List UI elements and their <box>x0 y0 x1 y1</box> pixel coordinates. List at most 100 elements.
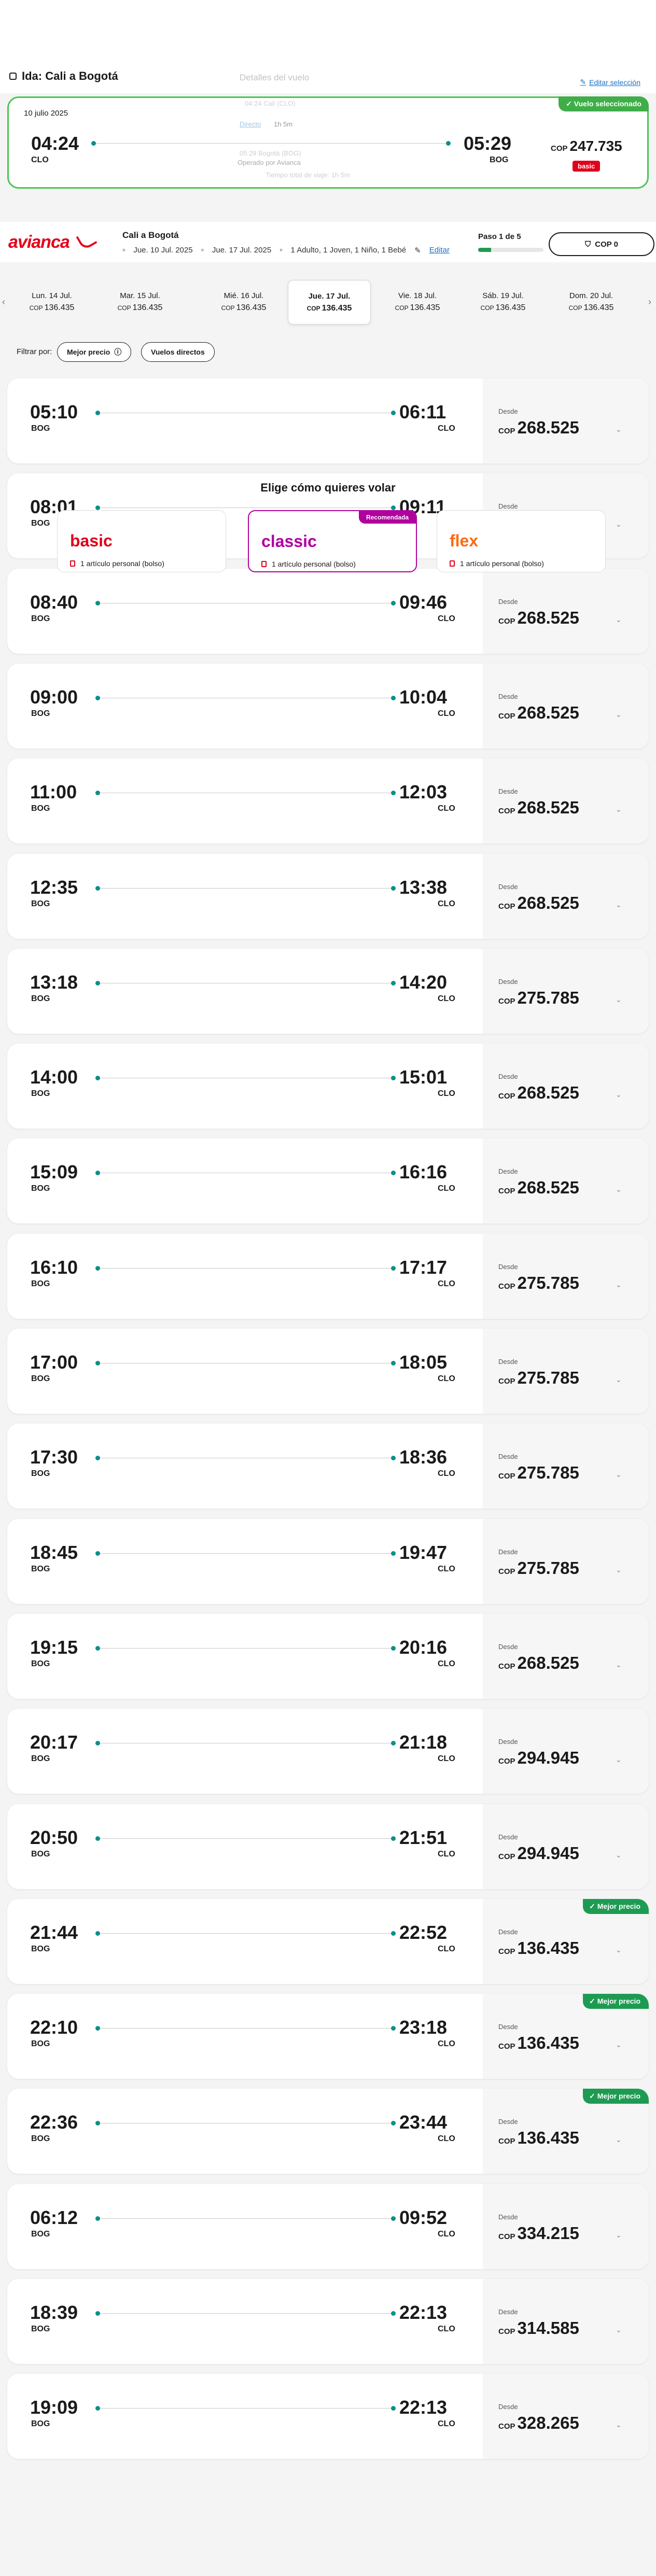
flight-card[interactable]: 19:15 BOG 20:16 CLO Desde COP 268.525 ⌄ <box>7 1614 649 1699</box>
selected-badge: ✓ Vuelo seleccionado <box>559 96 649 111</box>
price-from-label: Desde <box>498 2308 518 2316</box>
departure-airport: BOG <box>31 2230 50 2239</box>
price-panel[interactable]: Desde COP 275.785 ⌄ <box>483 1424 649 1509</box>
date-option[interactable]: Mar. 15 Jul. COP 136.435 <box>99 280 182 325</box>
flight-card[interactable]: 13:18 BOG 14:20 CLO Desde COP 275.785 ⌄ <box>7 949 649 1034</box>
departure-time: 06:12 <box>30 2207 78 2228</box>
passengers-icon: ▫ <box>280 246 283 255</box>
chevron-down-icon: ⌄ <box>616 1280 622 1289</box>
date-price-value: 136.435 <box>132 303 163 312</box>
flight-card[interactable]: 12:35 BOG 13:38 CLO Desde COP 268.525 ⌄ <box>7 854 649 939</box>
flight-card[interactable]: 22:36 BOG 23:44 CLO Desde COP 136.435 ⌄ ✓ Mejor … <box>7 2089 649 2174</box>
flight-card[interactable]: 17:00 BOG 18:05 CLO Desde COP 275.785 ⌄ <box>7 1329 649 1414</box>
date-currency: COP <box>568 304 582 312</box>
arrival-airport: CLO <box>438 424 455 433</box>
arrival-time: 22:52 <box>399 1922 448 1943</box>
price-from-label: Desde <box>498 693 518 700</box>
arrival-time: 16:16 <box>399 1161 448 1183</box>
filter-best-price-button[interactable]: Mejor precio ⓘ <box>57 342 132 362</box>
price-panel[interactable]: Desde COP268.525 ⌄ <box>483 664 649 749</box>
flight-card[interactable]: 14:00 BOG 15:01 CLO Desde COP 268.525 ⌄ <box>7 1044 649 1129</box>
departure-time: 14:00 <box>30 1066 78 1088</box>
price-from-label: Desde <box>498 1833 518 1841</box>
date-option[interactable]: Vie. 18 Jul. COP 136.435 <box>376 280 459 325</box>
date-option[interactable]: Dom. 20 Jul. COP 136.435 <box>550 280 633 325</box>
route-origin-dot <box>95 1931 100 1936</box>
date-label: Mié. 16 Jul. <box>224 291 264 300</box>
edit-selection-link[interactable]: ✎ Editar selección <box>580 78 640 87</box>
chevron-left-icon[interactable]: ‹ <box>2 297 5 307</box>
filter-direct-button[interactable]: Vuelos directos <box>141 342 215 362</box>
flight-card[interactable]: 06:12 BOG 09:52 CLO Desde COP 334.215 ⌄ <box>7 2184 649 2269</box>
arrival-time: 14:20 <box>399 972 448 993</box>
flight-card[interactable]: 08:40 BOG 09:46 CLO Desde COP 268.525 ⌄ <box>7 569 649 654</box>
arrival-airport: CLO <box>438 1089 455 1098</box>
fare-card-basic[interactable]: basic 1 artículo personal (bolso) <box>57 510 226 572</box>
flight-card[interactable]: 16:10 BOG 17:17 CLO Desde COP 275.785 ⌄ <box>7 1234 649 1319</box>
date-price-value: 136.435 <box>495 303 526 312</box>
flight-card[interactable]: 17:30 BOG 18:36 CLO Desde COP 275.785 ⌄ <box>7 1424 649 1509</box>
flight-price: COP 136.435 <box>498 1938 579 1958</box>
route-origin-dot <box>95 1266 100 1271</box>
departure-airport: BOG <box>31 424 50 433</box>
selected-route-line <box>93 143 449 144</box>
price-panel[interactable]: Desde COP 275.785 ⌄ <box>483 1519 649 1604</box>
route-dest-dot <box>391 1551 396 1556</box>
flight-card[interactable]: 22:10 BOG 23:18 CLO Desde COP 136.435 ⌄ ✓ Mejor … <box>7 1994 649 2079</box>
flight-card[interactable]: 18:45 BOG 19:47 CLO Desde COP 275.785 ⌄ <box>7 1519 649 1604</box>
price-panel[interactable]: Desde COP268.525 ⌄ <box>483 1138 649 1223</box>
arrival-time: 22:13 <box>399 2397 448 2418</box>
price-from-label: Desde <box>498 883 518 891</box>
price-panel[interactable]: Desde COP 294.945 ⌄ <box>483 1709 649 1794</box>
flight-card[interactable]: 05:10 BOG 06:11 CLO Desde COP 268.525 ⌄ <box>7 378 649 463</box>
price-panel[interactable]: Desde COP 275.785 ⌄ <box>483 949 649 1034</box>
date-option[interactable]: Sáb. 19 Jul. COP 136.435 <box>462 280 545 325</box>
arrival-time: 18:36 <box>399 1446 448 1468</box>
price-panel[interactable]: Desde COP 328.265 ⌄ <box>483 2374 649 2459</box>
ghost-duration: 1h 5m <box>274 120 293 128</box>
flight-price-value: 275.785 <box>517 1273 579 1292</box>
edit-search-link[interactable]: Editar <box>429 246 450 255</box>
price-panel[interactable]: Desde COP 334.215 ⌄ <box>483 2184 649 2269</box>
price-panel[interactable]: Desde COP 275.785 ⌄ <box>483 1329 649 1414</box>
departure-airport: BOG <box>31 519 50 528</box>
date-label: Jue. 17 Jul. <box>308 292 351 301</box>
price-panel[interactable]: Desde COP268.525 ⌄ <box>483 758 649 843</box>
price-panel[interactable]: Desde COP268.525 ⌄ <box>483 1044 649 1129</box>
chevron-down-icon: ⌄ <box>616 1566 622 1574</box>
price-panel[interactable]: Desde COP268.525 ⌄ <box>483 854 649 939</box>
route-origin-dot <box>95 696 100 700</box>
chevron-down-icon: ⌄ <box>616 805 622 813</box>
arrival-airport: CLO <box>438 709 455 718</box>
flight-card[interactable]: 09:00 BOG 10:04 CLO Desde COP 268.525 ⌄ <box>7 664 649 749</box>
flight-card[interactable]: 20:17 BOG 21:18 CLO Desde COP 294.945 ⌄ <box>7 1709 649 1794</box>
price-currency: COP <box>498 1472 515 1481</box>
flight-card[interactable]: 21:44 BOG 22:52 CLO Desde COP 136.435 ⌄ ✓ Mejor … <box>7 1899 649 1984</box>
price-panel[interactable]: Desde COP 275.785 ⌄ <box>483 1234 649 1319</box>
arrival-time: 20:16 <box>399 1637 448 1658</box>
date-option[interactable]: Lun. 14 Jul. COP 136.435 <box>10 280 93 325</box>
arrival-airport: CLO <box>438 1850 455 1859</box>
flight-card[interactable]: 15:09 BOG 16:16 CLO Desde COP 268.525 ⌄ <box>7 1138 649 1223</box>
flight-card[interactable]: 19:09 BOG 22:13 CLO Desde COP 328.265 ⌄ <box>7 2374 649 2459</box>
price-panel[interactable]: Desde COP 314.585 ⌄ <box>483 2279 649 2364</box>
route-origin-dot <box>95 1836 100 1841</box>
flight-card[interactable]: 20:50 BOG 21:51 CLO Desde COP 294.945 ⌄ <box>7 1804 649 1889</box>
price-panel[interactable]: Desde COP268.525 ⌄ <box>483 569 649 654</box>
avianca-logo[interactable]: avianca <box>8 232 70 252</box>
cart-button[interactable]: ⛉ COP 0 <box>549 232 654 256</box>
fare-card-classic[interactable]: Recomendada classic 1 artículo personal … <box>248 510 417 572</box>
flight-card[interactable]: 18:39 BOG 22:13 CLO Desde COP 314.585 ⌄ <box>7 2279 649 2364</box>
price-panel[interactable]: Desde COP 294.945 ⌄ <box>483 1804 649 1889</box>
fare-card-flex[interactable]: flex 1 artículo personal (bolso) <box>437 510 606 572</box>
date-option[interactable]: Mié. 16 Jul. COP 136.435 <box>202 280 285 325</box>
chevron-right-icon[interactable]: › <box>648 297 651 307</box>
calendar-icon: ▫ <box>122 246 125 255</box>
price-panel[interactable]: Desde COP268.525 ⌄ <box>483 378 649 463</box>
flight-price: COP 334.215 <box>498 2223 579 2243</box>
flight-price: COP 275.785 <box>498 1368 579 1388</box>
date-option[interactable]: Jue. 17 Jul. COP 136.435 <box>288 280 371 325</box>
price-from-label: Desde <box>498 1453 518 1460</box>
price-panel[interactable]: Desde COP268.525 ⌄ <box>483 1614 649 1699</box>
flight-card[interactable]: 11:00 BOG 12:03 CLO Desde COP 268.525 ⌄ <box>7 758 649 843</box>
